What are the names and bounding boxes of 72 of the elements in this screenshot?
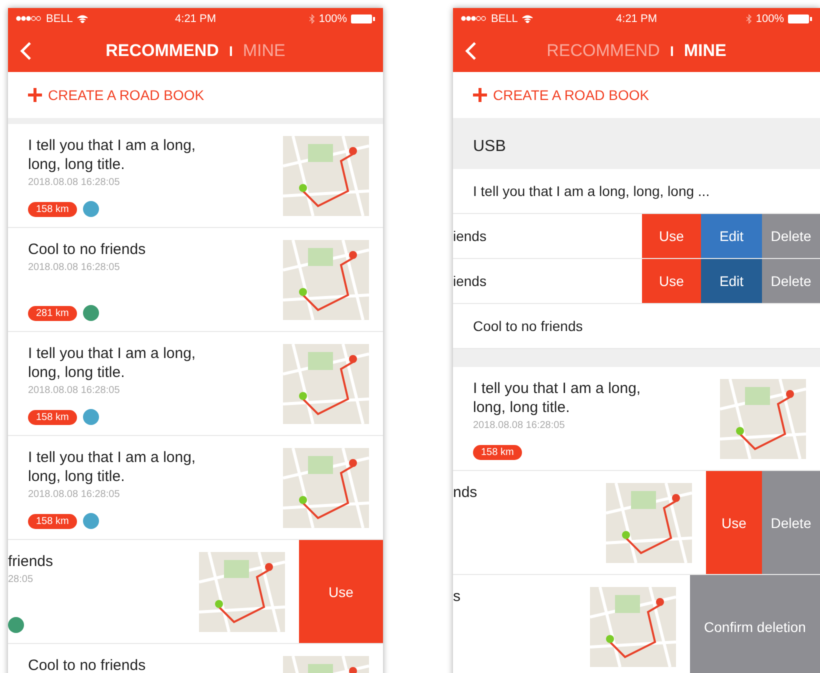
tab-separator: I xyxy=(670,42,674,58)
row-title: Cool to no friends xyxy=(473,318,583,334)
list-row[interactable]: iends Use Edit Delete xyxy=(453,214,820,259)
create-road-book-button[interactable]: CREATE A ROAD BOOK xyxy=(8,72,383,118)
status-time: 4:21 PM xyxy=(175,12,216,24)
card-date: 2018.08.08 16:28:05 xyxy=(28,385,121,396)
use-button[interactable]: Use xyxy=(642,259,701,303)
row-title: iends xyxy=(453,273,486,289)
road-book-card[interactable]: I tell you that I am a long, long, long title. 2018.08.08 16:28:05 158 km xyxy=(453,367,820,471)
card-title: Cool to no friends xyxy=(28,240,147,259)
tab-separator: I xyxy=(228,42,233,58)
card-title: I tell you that I am a long, long, long title. xyxy=(28,344,197,382)
use-button[interactable]: Use xyxy=(706,471,762,574)
battery-percent: 100% xyxy=(318,12,347,24)
card-title: I tell you that I am a long, long, long title. xyxy=(28,448,197,486)
card-date: 2018.08.08 16:28:05 xyxy=(28,489,121,500)
section-title: USB xyxy=(473,138,506,156)
distance-badge: 158 km xyxy=(28,202,77,216)
signal-dots-icon xyxy=(16,16,42,21)
card-title: Cool to no friends xyxy=(28,656,147,673)
wifi-icon xyxy=(76,14,88,22)
wifi-icon xyxy=(522,14,533,22)
battery-icon xyxy=(351,14,375,24)
road-book-card[interactable]: I tell you that I am a long, long, long title. 2018.08.08 16:28:05 158 km xyxy=(8,124,383,228)
road-book-card[interactable]: s Confirm deletion xyxy=(453,575,820,673)
card-date: 2018.08.08 16:28:05 xyxy=(28,262,121,273)
card-title: friends xyxy=(8,552,54,571)
battery-percent: 100% xyxy=(756,12,784,24)
distance-badge: 158 km xyxy=(473,445,522,460)
plus-icon xyxy=(473,88,487,102)
card-title: I tell you that I am a long, long, long title. xyxy=(28,136,197,174)
row-title: iends xyxy=(453,228,486,244)
list-row[interactable]: iends Use Edit Delete xyxy=(453,259,820,304)
card-title: s xyxy=(453,587,462,606)
road-book-card[interactable]: Cool to no friends xyxy=(8,644,383,673)
distance-badge: 281 km xyxy=(28,306,77,320)
delete-button[interactable]: Delete xyxy=(762,471,820,574)
card-date: 28:05 xyxy=(8,574,34,585)
carrier-name: BELL xyxy=(46,12,73,24)
signal-dots-icon xyxy=(461,16,487,21)
tab[interactable]: MINE xyxy=(684,40,726,60)
edit-button[interactable]: Edit xyxy=(701,214,762,258)
road-book-card[interactable]: I tell you that I am a long, long, long title. 2018.08.08 16:28:05 158 km xyxy=(8,436,383,540)
list-row[interactable]: Cool to no friends xyxy=(453,304,820,349)
edit-button[interactable]: Edit xyxy=(701,259,762,303)
use-button[interactable]: Use xyxy=(642,214,701,258)
delete-button[interactable]: Delete xyxy=(762,259,820,303)
battery-icon xyxy=(788,14,812,24)
card-date: 2018.08.08 16:28:05 xyxy=(473,420,566,431)
card-title: nds xyxy=(453,483,478,502)
carrier-name: BELL xyxy=(491,12,518,24)
tab[interactable]: RECOMMEND xyxy=(106,40,219,60)
confirm-deletion-button[interactable]: Confirm deletion xyxy=(690,575,820,673)
road-book-card[interactable]: Cool to no friends 2018.08.08 16:28:05 281 km xyxy=(8,228,383,332)
road-book-card[interactable]: I tell you that I am a long, long, long title. 2018.08.08 16:28:05 158 km xyxy=(8,332,383,436)
list-row[interactable]: I tell you that I am a long, long, long ... xyxy=(453,169,820,214)
use-button[interactable]: Use xyxy=(299,540,383,643)
card-title: I tell you that I am a long, long, long title. xyxy=(473,379,642,417)
delete-button[interactable]: Delete xyxy=(762,214,820,258)
road-book-card[interactable]: friends 28:05 Use xyxy=(8,540,383,644)
back-chevron-icon xyxy=(465,41,477,61)
card-date: 2018.08.08 16:28:05 xyxy=(28,177,121,188)
distance-badge: 158 km xyxy=(28,410,77,424)
bluetooth-icon xyxy=(308,14,315,24)
create-road-book-button[interactable]: CREATE A ROAD BOOK xyxy=(453,72,820,118)
distance-badge: 158 km xyxy=(28,514,77,528)
row-title: I tell you that I am a long, long, long ... xyxy=(473,183,710,199)
bluetooth-icon xyxy=(746,14,752,24)
status-time: 4:21 PM xyxy=(616,12,657,24)
back-chevron-icon xyxy=(20,41,32,61)
road-book-card[interactable]: nds Use Delete xyxy=(453,471,820,575)
plus-icon xyxy=(28,88,42,102)
